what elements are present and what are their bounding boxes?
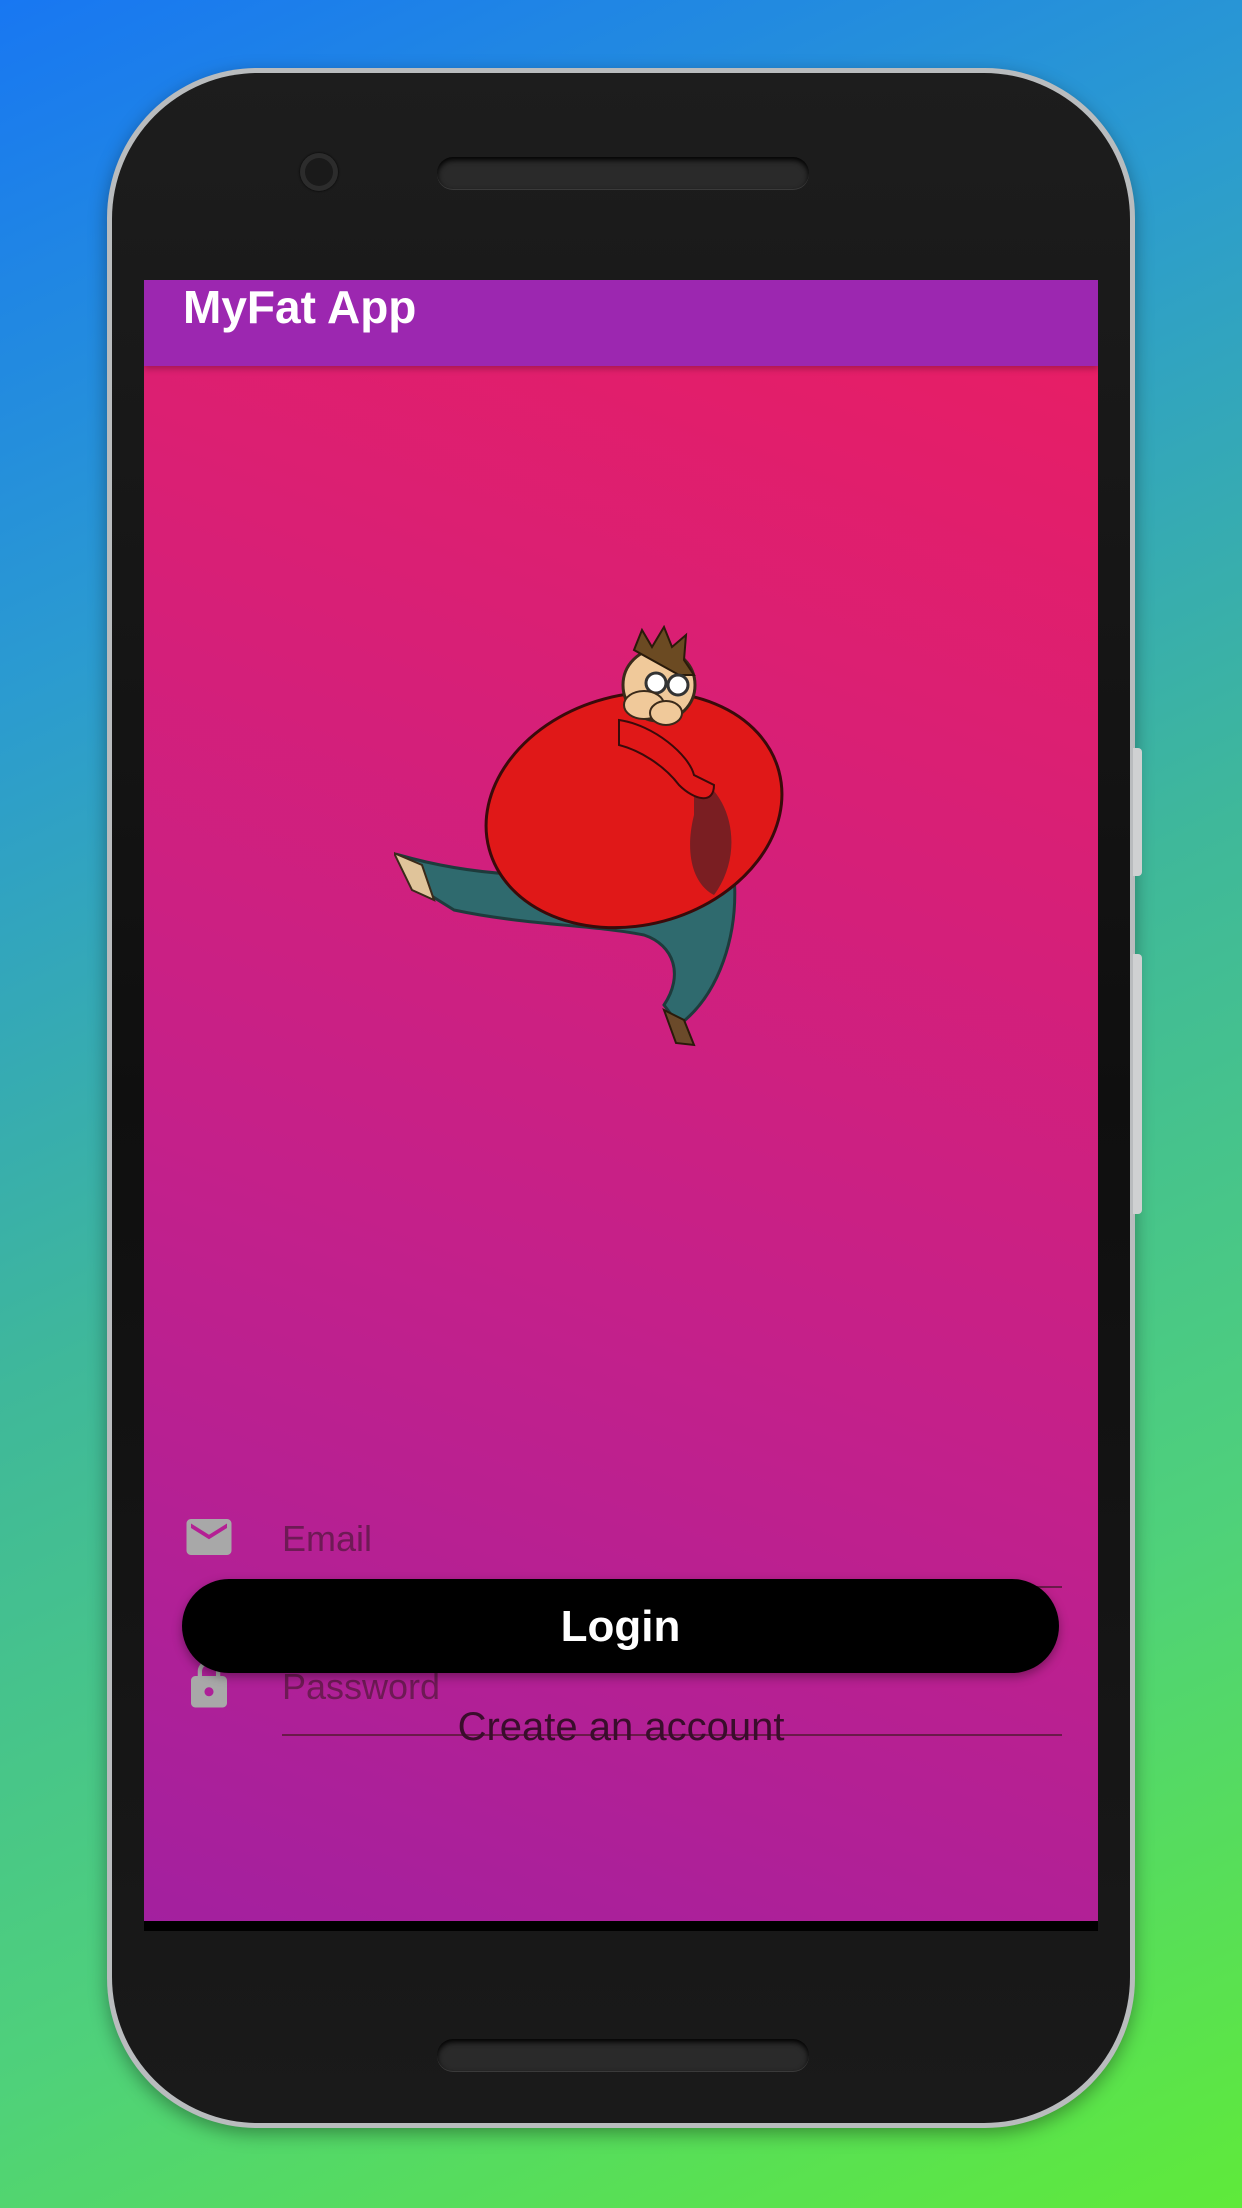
screen-bottom-edge [144, 1921, 1098, 1931]
email-input[interactable] [282, 1492, 1062, 1588]
power-button [1133, 748, 1142, 876]
volume-button [1133, 954, 1142, 1214]
mail-icon [186, 1519, 232, 1555]
bottom-speaker [437, 2039, 809, 2071]
hero-illustration [394, 625, 784, 1047]
app-title: MyFat App [183, 281, 417, 333]
email-field [182, 1492, 1062, 1592]
login-button[interactable]: Login [182, 1579, 1059, 1673]
front-camera [300, 153, 338, 191]
earpiece-speaker [437, 157, 809, 189]
app-bar: MyFat App [144, 280, 1098, 366]
create-account-link[interactable]: Create an account [144, 1705, 1098, 1750]
app-screen: MyFat App Login Create an accou [144, 280, 1098, 1922]
